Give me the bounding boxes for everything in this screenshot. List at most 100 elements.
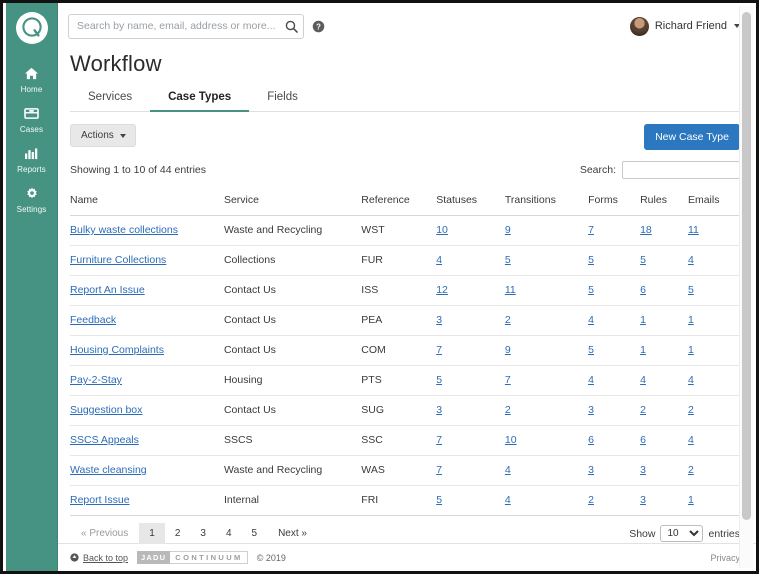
table-search-input[interactable] <box>622 161 740 179</box>
transitions-link[interactable]: 7 <box>505 374 511 386</box>
forms-link[interactable]: 4 <box>588 314 594 326</box>
new-case-type-button[interactable]: New Case Type <box>644 124 740 150</box>
sidebar-item-home[interactable]: Home <box>6 60 58 100</box>
name-link[interactable]: Feedback <box>70 314 116 326</box>
page-length-select[interactable]: 102550100 <box>660 525 704 542</box>
column-header-service[interactable]: Service <box>223 188 362 216</box>
cell-transitions: 11 <box>504 275 589 306</box>
forms-link[interactable]: 5 <box>588 254 594 266</box>
transitions-link[interactable]: 2 <box>505 314 511 326</box>
transitions-link[interactable]: 4 <box>505 494 511 506</box>
sidebar-item-cases[interactable]: Cases <box>6 100 58 140</box>
pagination-page-2[interactable]: 2 <box>165 523 191 544</box>
privacy-link[interactable]: Privacy <box>710 553 740 563</box>
scrollbar-thumb[interactable] <box>742 12 751 520</box>
column-header-name[interactable]: Name <box>70 188 224 216</box>
transitions-link[interactable]: 4 <box>505 464 511 476</box>
forms-link[interactable]: 5 <box>588 284 594 296</box>
cases-icon <box>6 107 58 122</box>
column-header-rules[interactable]: Rules <box>640 188 688 216</box>
statuses-link[interactable]: 3 <box>436 314 442 326</box>
rules-link[interactable]: 5 <box>640 254 646 266</box>
statuses-link[interactable]: 7 <box>436 434 442 446</box>
column-header-transitions[interactable]: Transitions <box>504 188 589 216</box>
column-header-forms[interactable]: Forms <box>588 188 641 216</box>
emails-link[interactable]: 4 <box>688 254 694 266</box>
name-link[interactable]: Report An Issue <box>70 284 145 296</box>
emails-link[interactable]: 4 <box>688 434 694 446</box>
pagination-page-4[interactable]: 4 <box>216 523 242 544</box>
rules-link[interactable]: 1 <box>640 314 646 326</box>
emails-link[interactable]: 5 <box>688 284 694 296</box>
name-link[interactable]: Bulky waste collections <box>70 224 178 236</box>
emails-link[interactable]: 1 <box>688 314 694 326</box>
transitions-link[interactable]: 5 <box>505 254 511 266</box>
column-header-statuses[interactable]: Statuses <box>436 188 505 216</box>
search-input[interactable] <box>68 13 304 39</box>
name-link[interactable]: Furniture Collections <box>70 254 166 266</box>
pagination-next[interactable]: Next » <box>267 523 318 544</box>
statuses-link[interactable]: 10 <box>436 224 448 236</box>
transitions-link[interactable]: 11 <box>505 284 516 296</box>
statuses-link[interactable]: 5 <box>436 494 442 506</box>
name-link[interactable]: SSCS Appeals <box>70 434 139 446</box>
rules-link[interactable]: 1 <box>640 344 646 356</box>
emails-link[interactable]: 1 <box>688 344 694 356</box>
name-link[interactable]: Suggestion box <box>70 404 142 416</box>
transitions-link[interactable]: 10 <box>505 434 517 446</box>
statuses-link[interactable]: 5 <box>436 374 442 386</box>
transitions-link[interactable]: 2 <box>505 404 511 416</box>
forms-link[interactable]: 3 <box>588 464 594 476</box>
rules-link[interactable]: 3 <box>640 464 646 476</box>
tab-case-types[interactable]: Case Types <box>150 86 250 112</box>
emails-link[interactable]: 2 <box>688 404 694 416</box>
statuses-link[interactable]: 12 <box>436 284 448 296</box>
statuses-link[interactable]: 7 <box>436 344 442 356</box>
pagination: « Previous 1 2 3 4 5 Next » Show 1025501… <box>70 523 740 544</box>
sidebar-item-settings[interactable]: Settings <box>6 180 58 220</box>
pagination-page-1[interactable]: 1 <box>139 523 165 544</box>
search-icon[interactable] <box>282 18 300 35</box>
actions-button[interactable]: Actions <box>70 124 136 147</box>
statuses-link[interactable]: 4 <box>436 254 442 266</box>
emails-link[interactable]: 2 <box>688 464 694 476</box>
pagination-page-3[interactable]: 3 <box>190 523 216 544</box>
emails-link[interactable]: 11 <box>688 224 699 236</box>
name-link[interactable]: Report Issue <box>70 494 130 506</box>
emails-link[interactable]: 4 <box>688 374 694 386</box>
transitions-link[interactable]: 9 <box>505 224 511 236</box>
sidebar-item-reports[interactable]: Reports <box>6 140 58 180</box>
entries-summary: Showing 1 to 10 of 44 entries <box>70 164 207 176</box>
column-header-emails[interactable]: Emails <box>687 188 740 216</box>
statuses-link[interactable]: 7 <box>436 464 442 476</box>
name-link[interactable]: Waste cleansing <box>70 464 147 476</box>
forms-link[interactable]: 5 <box>588 344 594 356</box>
tab-services[interactable]: Services <box>70 86 150 112</box>
forms-link[interactable]: 7 <box>588 224 594 236</box>
name-link[interactable]: Pay-2-Stay <box>70 374 122 386</box>
rules-link[interactable]: 3 <box>640 494 646 506</box>
statuses-link[interactable]: 3 <box>436 404 442 416</box>
tab-fields[interactable]: Fields <box>249 86 316 112</box>
app-logo-q-icon[interactable] <box>15 12 48 44</box>
rules-link[interactable]: 6 <box>640 434 646 446</box>
forms-link[interactable]: 6 <box>588 434 594 446</box>
vertical-scrollbar[interactable] <box>739 6 753 568</box>
rules-link[interactable]: 18 <box>640 224 652 236</box>
name-link[interactable]: Housing Complaints <box>70 344 164 356</box>
forms-link[interactable]: 4 <box>588 374 594 386</box>
rules-link[interactable]: 4 <box>640 374 646 386</box>
pagination-previous[interactable]: « Previous <box>70 523 139 544</box>
transitions-link[interactable]: 9 <box>505 344 511 356</box>
user-menu[interactable]: Richard Friend <box>629 16 740 36</box>
rules-link[interactable]: 2 <box>640 404 646 416</box>
column-header-reference[interactable]: Reference <box>361 188 437 216</box>
help-circle-icon[interactable]: ? <box>312 20 325 33</box>
emails-link[interactable]: 1 <box>688 494 694 506</box>
forms-link[interactable]: 2 <box>588 494 594 506</box>
cell-forms: 5 <box>588 245 641 276</box>
rules-link[interactable]: 6 <box>640 284 646 296</box>
forms-link[interactable]: 3 <box>588 404 594 416</box>
pagination-page-5[interactable]: 5 <box>242 523 268 544</box>
back-to-top[interactable]: Back to top <box>70 553 128 563</box>
